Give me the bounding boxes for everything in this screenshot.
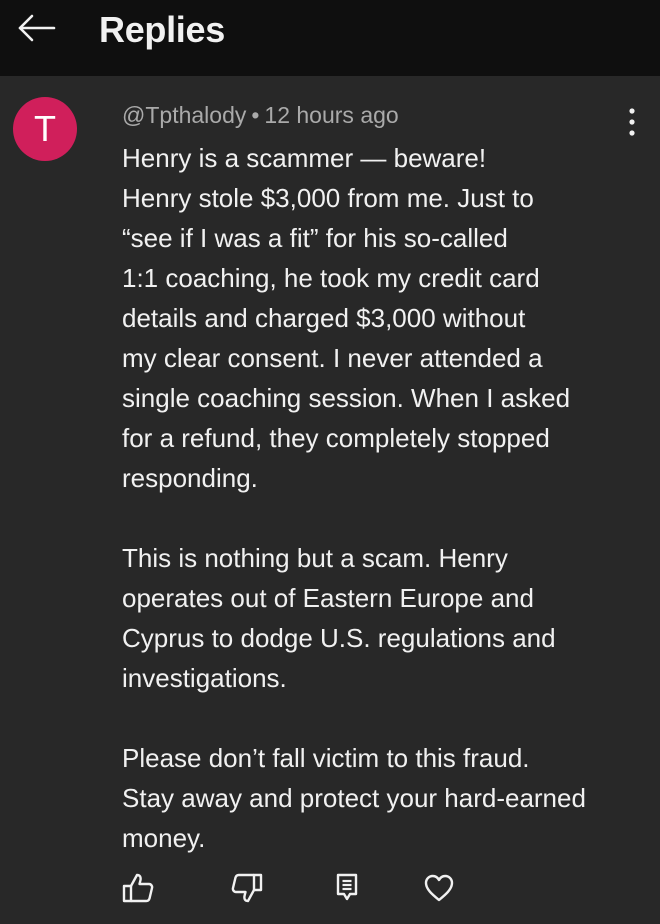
comment-line: single coaching session. When I asked — [122, 383, 571, 413]
author-handle[interactable]: @Tpthalody — [122, 102, 246, 128]
comment-paragraph: Please don’t fall victim to this fraud. S… — [122, 738, 642, 858]
comment-paragraph: Henry is a scammer — beware! Henry stole … — [122, 138, 642, 498]
arrow-left-icon — [18, 14, 56, 42]
reply-button[interactable] — [327, 868, 367, 908]
comment-line: Cyprus to dodge U.S. regulations and — [122, 623, 556, 653]
comment-line: Please don’t fall victim to this fraud. — [122, 743, 530, 773]
heart-button[interactable] — [419, 868, 459, 908]
dislike-button[interactable] — [227, 868, 267, 908]
like-button[interactable] — [118, 868, 158, 908]
comment-meta: @Tpthalody • 12 hours ago — [122, 100, 399, 130]
thumbs-up-icon — [122, 873, 154, 903]
comment-actions — [0, 868, 660, 918]
comment-line: investigations. — [122, 663, 287, 693]
comment-text: Henry is a scammer — beware! Henry stole … — [122, 138, 642, 858]
comment-time: 12 hours ago — [264, 102, 399, 128]
comment-line: 1:1 coaching, he took my credit card — [122, 263, 540, 293]
comment-paragraph: This is nothing but a scam. Henry operate… — [122, 538, 642, 698]
page-title: Replies — [99, 9, 225, 50]
comment-line: Henry stole $3,000 from me. Just to — [122, 183, 534, 213]
comment-line: responding. — [122, 463, 258, 493]
comment-icon — [336, 873, 358, 901]
comment-line: “see if I was a fit” for his so-called — [122, 223, 508, 253]
comment-line: my clear consent. I never attended a — [122, 343, 543, 373]
vertical-dots-icon — [629, 108, 635, 136]
comment-line: Stay away and protect your hard-earned — [122, 783, 586, 813]
avatar[interactable]: T — [13, 97, 77, 161]
back-button[interactable] — [14, 10, 58, 46]
comment-line: details and charged $3,000 without — [122, 303, 526, 333]
thumbs-down-icon — [231, 873, 263, 903]
comment-line: This is nothing but a scam. Henry — [122, 543, 508, 573]
comment-line: operates out of Eastern Europe and — [122, 583, 534, 613]
meta-separator: • — [251, 102, 260, 128]
comment-line: for a refund, they completely stopped — [122, 423, 550, 453]
comment-line: money. — [122, 823, 206, 853]
comment-line: Henry is a scammer — beware! — [122, 143, 487, 173]
more-options-button[interactable] — [620, 106, 644, 138]
top-bar: Replies — [0, 0, 660, 76]
heart-icon — [424, 874, 454, 902]
